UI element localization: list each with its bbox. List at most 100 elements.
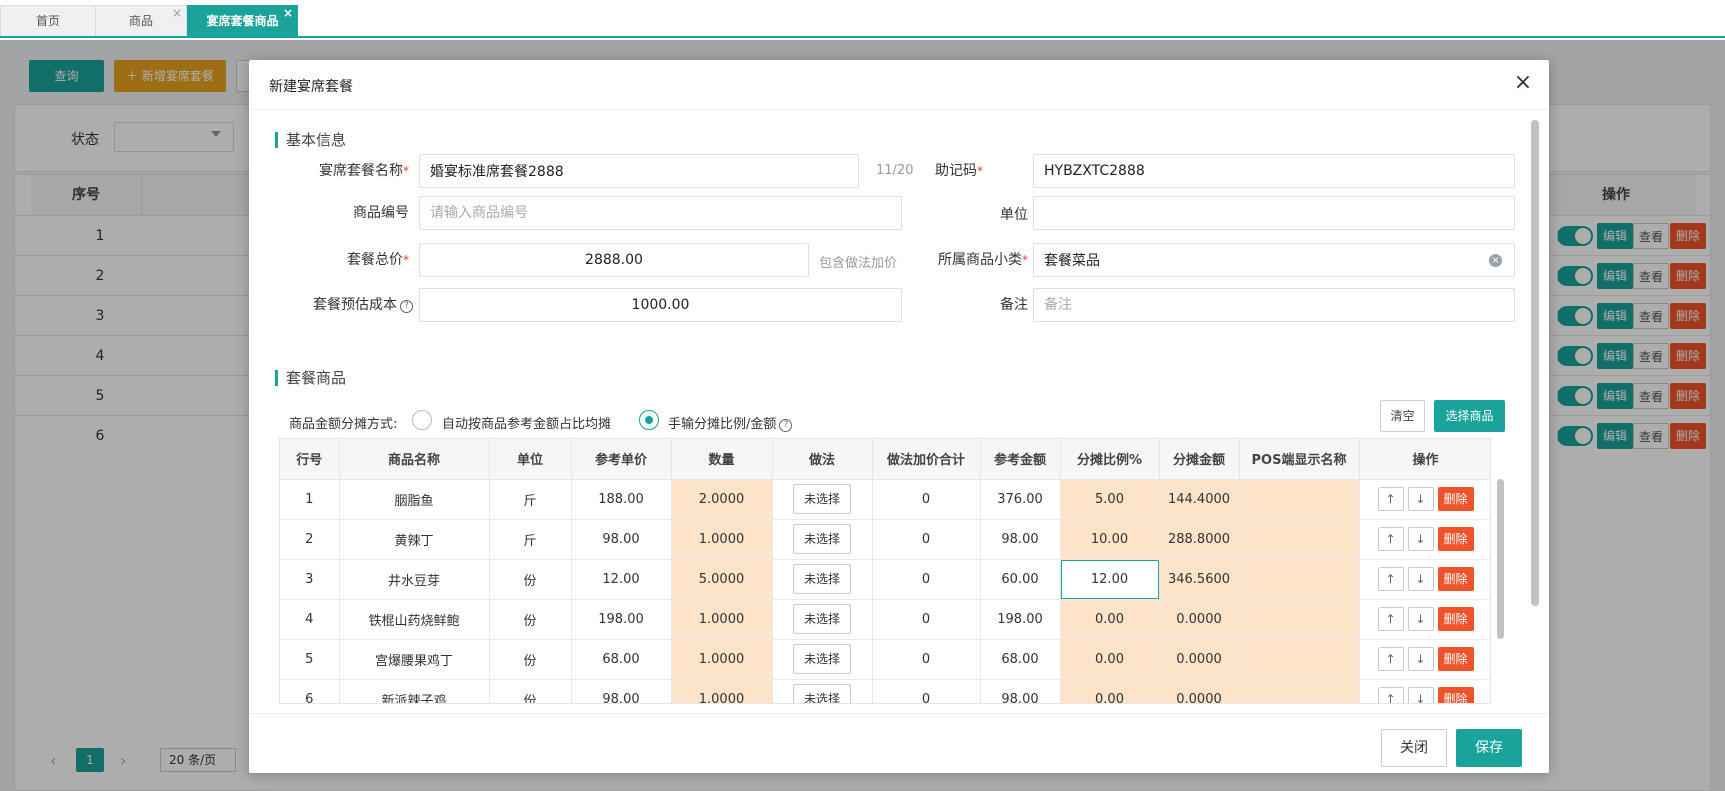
table-row: 2 黄辣丁斤 98.00 1.0000 未选择 0 98.00 10.00 288.8000 ↑ ↓… xyxy=(280,519,1490,560)
close-button[interactable]: 关闭 xyxy=(1381,729,1447,767)
delete-row-button[interactable]: 删除 xyxy=(1437,607,1474,631)
move-down-icon[interactable]: ↓ xyxy=(1407,647,1434,671)
banquet-name-input[interactable] xyxy=(419,154,859,188)
delete-row-button[interactable]: 删除 xyxy=(1437,687,1474,703)
pos-name-cell[interactable] xyxy=(1239,519,1360,560)
method-select-button[interactable]: 未选择 xyxy=(793,564,851,594)
alloc-amount-cell[interactable]: 0.0000 xyxy=(1159,679,1240,703)
table-body: 1 胭脂鱼斤 188.00 2.0000 未选择 0 376.00 5.00 144.4000 ↑… xyxy=(280,479,1490,703)
radio-auto-alloc[interactable] xyxy=(412,410,432,430)
alloc-amount-cell[interactable]: 0.0000 xyxy=(1159,639,1240,680)
quantity-cell[interactable]: 1.0000 xyxy=(671,519,773,560)
method-add-total: 0 xyxy=(872,559,981,600)
method-add-total: 0 xyxy=(872,479,981,520)
move-down-icon[interactable]: ↓ xyxy=(1407,687,1434,703)
goods-code-input[interactable] xyxy=(419,196,902,230)
tab-banquet-goods[interactable]: 宴席套餐商品 × xyxy=(187,5,298,36)
close-icon[interactable]: × xyxy=(1509,70,1537,95)
tab-label: 首页 xyxy=(35,14,60,28)
save-button[interactable]: 保存 xyxy=(1456,729,1522,767)
tab-label: 商品 xyxy=(128,14,153,28)
clear-icon[interactable]: × xyxy=(1489,254,1502,267)
remark-input[interactable] xyxy=(1033,288,1515,322)
goods-unit: 份 xyxy=(489,599,572,640)
move-up-icon[interactable]: ↑ xyxy=(1377,647,1404,671)
quantity-cell[interactable]: 1.0000 xyxy=(671,679,773,703)
category-select[interactable] xyxy=(1033,243,1515,277)
method-select-button[interactable]: 未选择 xyxy=(793,644,851,674)
goods-unit: 份 xyxy=(489,559,572,600)
quantity-cell[interactable]: 2.0000 xyxy=(671,479,773,520)
alloc-amount-cell[interactable]: 288.8000 xyxy=(1159,519,1240,560)
quantity-cell[interactable]: 5.0000 xyxy=(671,559,773,600)
tab-label: 宴席套餐商品 xyxy=(206,14,279,28)
delete-row-button[interactable]: 删除 xyxy=(1437,527,1474,551)
move-up-icon[interactable]: ↑ xyxy=(1377,687,1404,703)
table-header-row: 行号 商品名称 单位 参考单价 数量 做法 做法加价合计 参考金额 分摊比例% 分摊金额 POS端显… xyxy=(280,439,1490,480)
alloc-ratio-cell[interactable]: 0.00 xyxy=(1060,599,1160,640)
quantity-cell[interactable]: 1.0000 xyxy=(671,599,773,640)
tab-home[interactable]: 首页 xyxy=(0,5,96,36)
ref-price: 98.00 xyxy=(571,519,672,560)
pos-name-cell[interactable] xyxy=(1239,559,1360,600)
method-select-button[interactable]: 未选择 xyxy=(793,524,851,554)
radio-manual-alloc[interactable] xyxy=(639,410,659,430)
alloc-ratio-cell[interactable]: 0.00 xyxy=(1060,639,1160,680)
alloc-ratio-cell[interactable]: 12.00 xyxy=(1060,559,1160,600)
alloc-amount-cell[interactable]: 144.4000 xyxy=(1159,479,1240,520)
modal-scrollbar[interactable] xyxy=(1531,120,1539,606)
scroll-thumb[interactable] xyxy=(1531,120,1539,606)
move-down-icon[interactable]: ↓ xyxy=(1407,527,1434,551)
help-icon[interactable]: ? xyxy=(779,419,793,432)
quantity-cell[interactable]: 1.0000 xyxy=(671,639,773,680)
delete-row-button[interactable]: 删除 xyxy=(1437,567,1474,591)
move-up-icon[interactable]: ↑ xyxy=(1377,607,1404,631)
move-down-icon[interactable]: ↓ xyxy=(1407,607,1434,631)
row-number: 4 xyxy=(280,599,340,640)
alloc-method-label: 商品金额分摊方式: xyxy=(289,417,398,432)
alloc-ratio-cell[interactable]: 0.00 xyxy=(1060,679,1160,703)
alloc-amount-cell[interactable]: 0.0000 xyxy=(1159,599,1240,640)
close-icon[interactable]: × xyxy=(283,0,293,28)
move-up-icon[interactable]: ↑ xyxy=(1377,567,1404,591)
delete-row-button[interactable]: 删除 xyxy=(1437,647,1474,671)
move-down-icon[interactable]: ↓ xyxy=(1407,487,1434,511)
move-up-icon[interactable]: ↑ xyxy=(1377,487,1404,511)
alloc-amount-cell[interactable]: 346.5600 xyxy=(1159,559,1240,600)
clear-goods-button[interactable]: 清空 xyxy=(1380,400,1425,432)
table-row: 1 胭脂鱼斤 188.00 2.0000 未选择 0 376.00 5.00 144.4000 ↑… xyxy=(280,479,1490,520)
help-icon[interactable]: ? xyxy=(400,300,413,313)
goods-name: 铁棍山药烧鲜鲍 xyxy=(339,599,490,640)
method-select-button[interactable]: 未选择 xyxy=(793,684,851,703)
est-cost-input[interactable] xyxy=(419,288,902,322)
select-goods-button[interactable]: 选择商品 xyxy=(1434,400,1505,432)
radio-manual-alloc-label[interactable]: 手输分摊比例/金额? xyxy=(668,413,793,432)
pos-name-cell[interactable] xyxy=(1239,679,1360,703)
method-select-button[interactable]: 未选择 xyxy=(793,484,851,514)
alloc-ratio-cell[interactable]: 5.00 xyxy=(1060,479,1160,520)
ref-amount: 198.00 xyxy=(980,599,1061,640)
pos-name-cell[interactable] xyxy=(1239,479,1360,520)
move-up-icon[interactable]: ↑ xyxy=(1377,527,1404,551)
unit-input[interactable] xyxy=(1033,196,1515,230)
radio-auto-alloc-label[interactable]: 自动按商品参考金额占比均摊 xyxy=(442,413,611,432)
move-down-icon[interactable]: ↓ xyxy=(1407,567,1434,591)
alloc-ratio-cell[interactable]: 10.00 xyxy=(1060,519,1160,560)
table-scrollbar[interactable] xyxy=(1497,479,1504,639)
total-price-input[interactable] xyxy=(419,243,809,277)
ref-amount: 376.00 xyxy=(980,479,1061,520)
mnemonic-input[interactable] xyxy=(1033,154,1515,188)
method-select-button[interactable]: 未选择 xyxy=(793,604,851,634)
ref-price: 188.00 xyxy=(571,479,672,520)
label-text: 宴席套餐名称 xyxy=(319,163,403,179)
field-label-unit: 单位 xyxy=(1000,207,1028,223)
tab-goods[interactable]: 商品 × xyxy=(95,5,187,36)
delete-row-button[interactable]: 删除 xyxy=(1437,487,1474,511)
close-icon[interactable]: × xyxy=(172,0,182,28)
section-basic-info: 基本信息 xyxy=(275,132,346,148)
pos-name-cell[interactable] xyxy=(1239,639,1360,680)
field-label-total-price: 套餐总价* xyxy=(259,243,409,277)
goods-name: 新派辣子鸡 xyxy=(339,679,490,703)
pos-name-cell[interactable] xyxy=(1239,599,1360,640)
modal-body: 基本信息 宴席套餐名称* 11/20 助记码* 商品编号 单位 套餐总价* 包含… xyxy=(259,110,1539,713)
